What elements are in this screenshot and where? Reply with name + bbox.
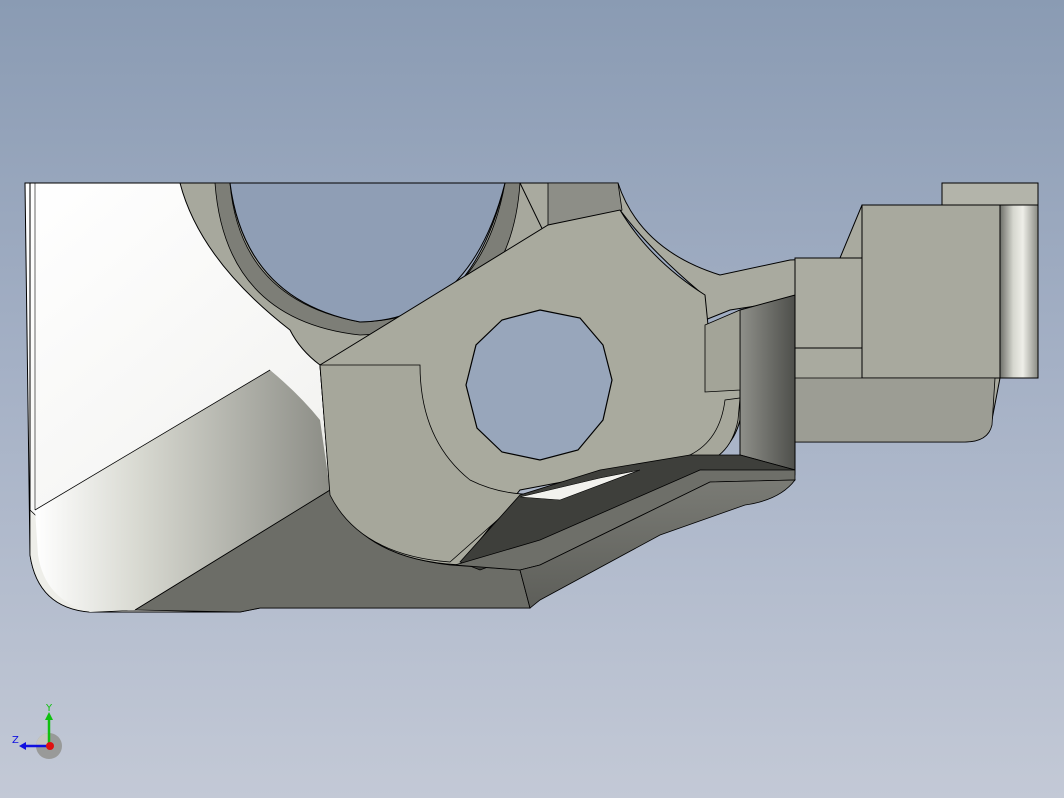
axis-triad: Y Z: [12, 703, 62, 759]
y-axis-label: Y: [45, 703, 53, 714]
right-flange-top: [941, 182, 1039, 206]
right-flange: [861, 204, 1001, 379]
right-cylinder: [999, 204, 1039, 379]
boss-dark-side: [739, 294, 796, 471]
right-base: [794, 377, 996, 443]
graphics-viewport[interactable]: Y Z: [0, 0, 1064, 798]
z-axis-label: Z: [12, 735, 19, 746]
x-axis-dot: [46, 742, 54, 750]
boss-right-panel: [704, 309, 741, 393]
z-axis-arrow: [19, 742, 26, 750]
part-model[interactable]: [0, 0, 1064, 798]
